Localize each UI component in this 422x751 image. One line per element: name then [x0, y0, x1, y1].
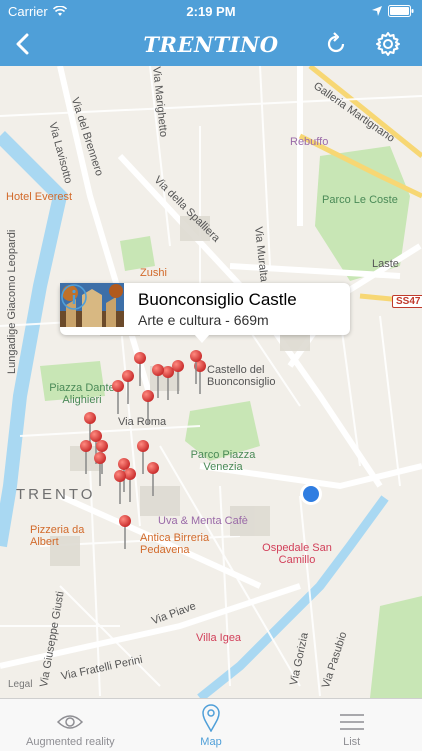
label-castello: Castello del Buonconsiglio	[207, 364, 276, 388]
tab-label: Augmented reality	[26, 736, 115, 748]
label-piazza-dante: Piazza Dante Alighieri	[49, 382, 115, 406]
tab-label: Map	[200, 736, 222, 748]
label-villa-igea: Villa Igea	[196, 632, 242, 644]
legal-link[interactable]: Legal	[8, 679, 32, 690]
location-arrow-icon	[372, 6, 382, 16]
tab-label: List	[343, 736, 361, 748]
tab-list[interactable]: List	[281, 699, 422, 751]
tab-map[interactable]: Map	[141, 699, 282, 751]
label-parco-venezia: Parco Piazza Venezia	[190, 449, 256, 473]
label-laste: Laste	[372, 258, 399, 270]
poi-callout[interactable]: Buonconsiglio Castle Arte e cultura - 66…	[60, 283, 350, 343]
label-ospedale: Ospedale San Camillo	[262, 542, 332, 566]
battery-icon	[388, 5, 414, 17]
status-bar: Carrier 2:19 PM	[0, 0, 422, 22]
label-hotel-everest: Hotel Everest	[6, 191, 73, 203]
refresh-button[interactable]	[320, 28, 352, 60]
map-view[interactable]: SS47 Galleria Martignano Via del Brenner…	[0, 66, 422, 698]
carrier-label: Carrier	[8, 3, 48, 19]
info-icon[interactable]	[60, 283, 88, 311]
gear-icon	[376, 32, 400, 56]
list-icon	[339, 714, 364, 730]
poi-title: Buonconsiglio Castle	[138, 290, 297, 309]
eye-icon	[57, 715, 84, 729]
tab-augmented-reality[interactable]: Augmented reality	[0, 699, 141, 751]
label-pizzeria: Pizzeria da Albert	[30, 524, 85, 548]
label-lungadige: Lungadige Giacomo Leopardi	[6, 229, 18, 374]
road-badge: SS47	[392, 295, 422, 308]
navigation-bar: TRENTINO	[0, 22, 422, 66]
label-parco-le-coste: Parco Le Coste	[322, 194, 398, 206]
poi-subtitle: Arte e cultura - 669m	[138, 312, 269, 328]
back-button[interactable]	[6, 28, 38, 60]
refresh-icon	[327, 32, 345, 53]
label-trento: TRENTO	[16, 486, 96, 503]
label-via-roma: Via Roma	[118, 416, 167, 428]
label-rebuffo: Rebuffo	[290, 136, 329, 148]
wifi-icon	[52, 5, 67, 16]
tab-bar: Augmented reality Map List	[0, 698, 422, 751]
location-pin-icon	[202, 704, 220, 732]
label-zushi: Zushi	[140, 267, 167, 279]
trentino-logo: TRENTINO	[143, 31, 279, 57]
chevron-left-icon	[16, 33, 29, 55]
settings-button[interactable]	[372, 28, 404, 60]
label-uva-menta: Uva & Menta Cafè	[158, 515, 248, 527]
label-birreria: Antica Birreria Pedavena	[140, 532, 210, 556]
